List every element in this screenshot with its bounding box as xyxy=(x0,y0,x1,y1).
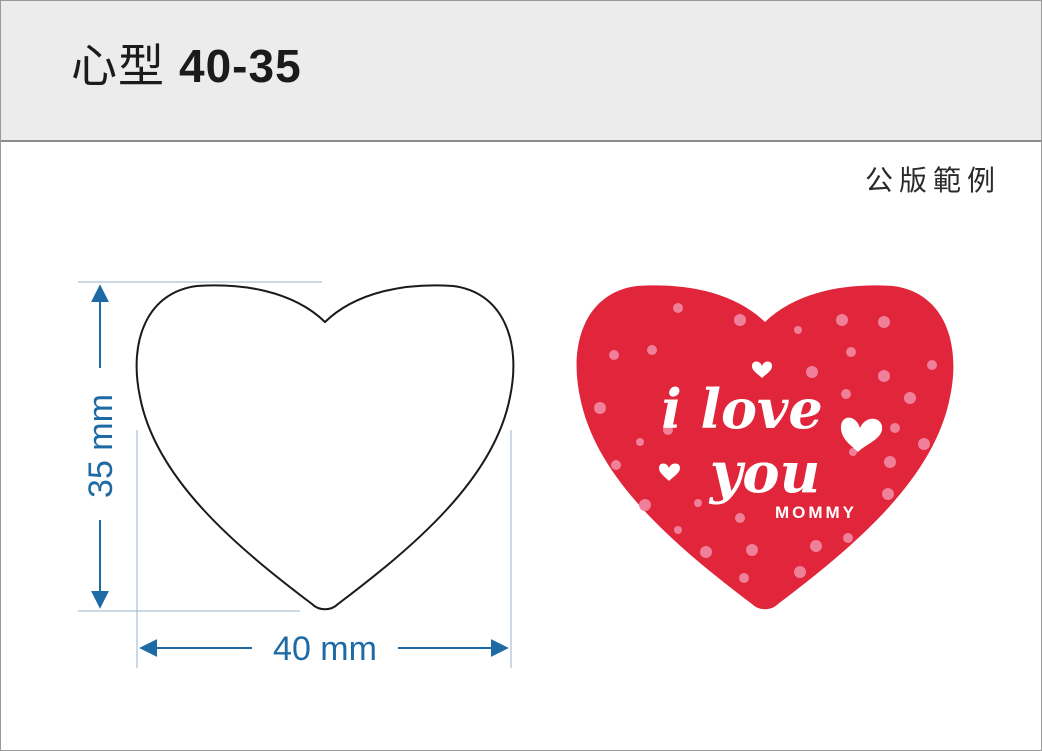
sample-text-line3: MOMMY xyxy=(775,503,857,522)
sample-sticker: i love you MOMMY xyxy=(576,285,954,610)
heart-outline xyxy=(135,284,515,611)
diagram-canvas: 35 mm 40 mm i love you MOMMY xyxy=(78,281,954,668)
height-label: 35 mm xyxy=(82,394,120,498)
sample-text-line1: i love xyxy=(661,377,823,441)
width-label: 40 mm xyxy=(273,630,377,668)
height-dimension: 35 mm xyxy=(82,284,120,609)
width-dimension: 40 mm xyxy=(139,630,509,668)
sample-text-line2: you xyxy=(708,440,821,506)
